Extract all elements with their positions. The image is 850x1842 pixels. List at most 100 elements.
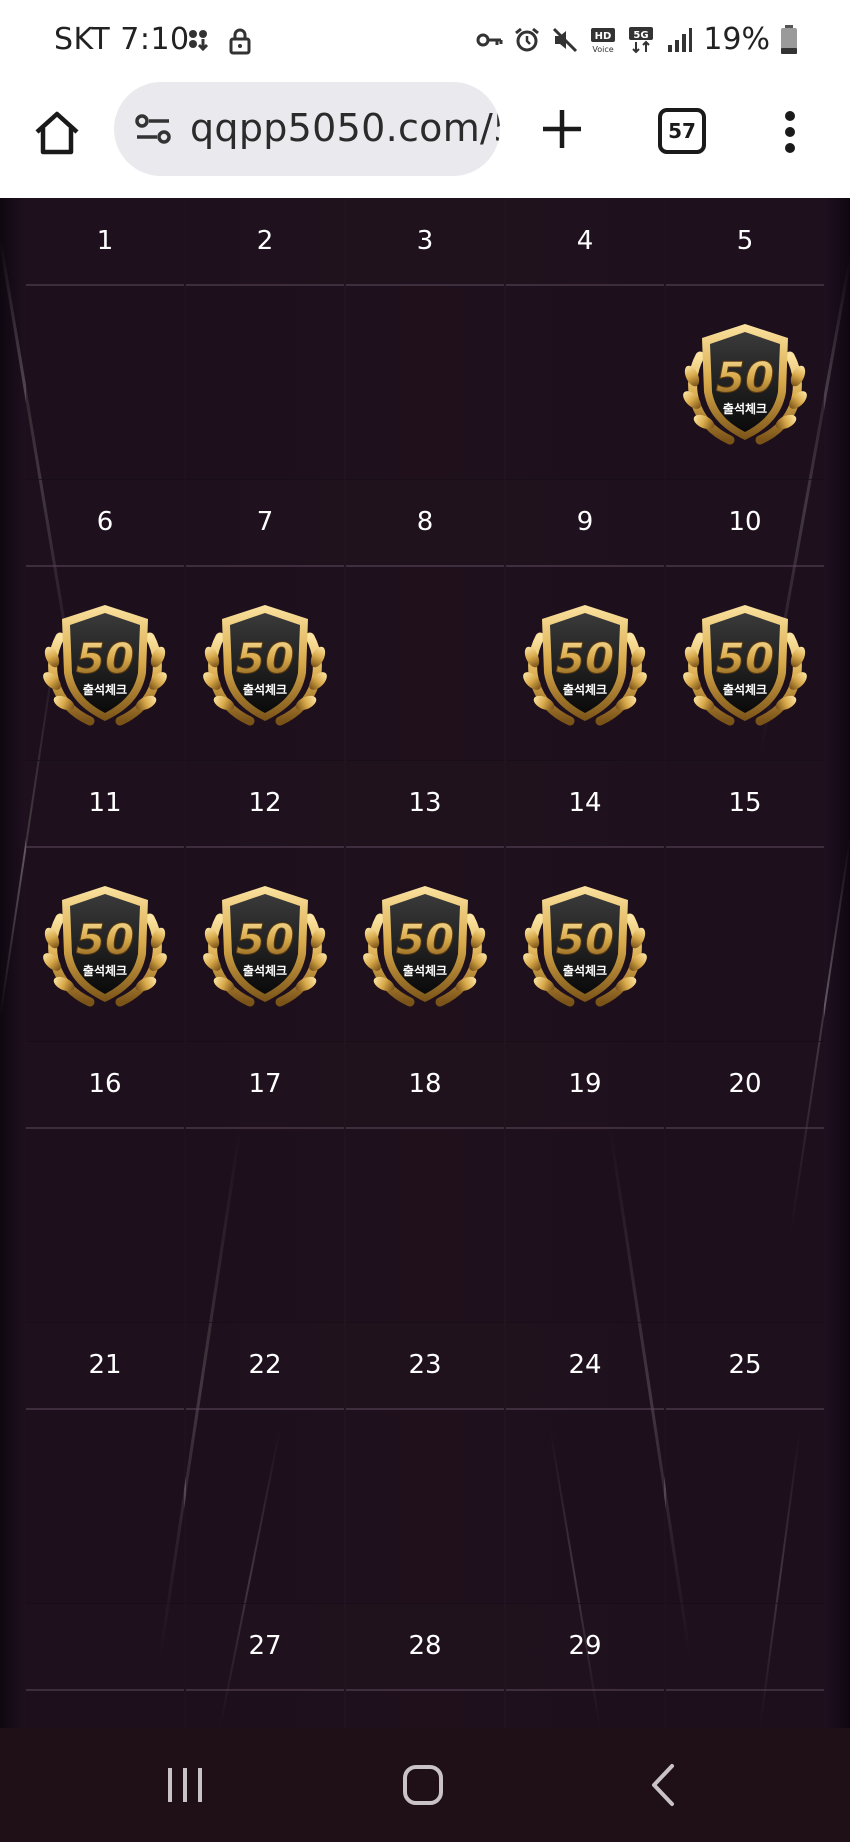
calendar-day-cell: 4 [506, 198, 664, 480]
badge-caption: 출석체크 [723, 401, 767, 416]
calendar-day-body [666, 1129, 824, 1323]
back-icon[interactable] [640, 1762, 690, 1808]
badge-number: 50 [76, 634, 134, 683]
calendar-day-number: 20 [666, 1041, 824, 1129]
calendar-day-cell: 22 [186, 1322, 344, 1604]
browser-toolbar: qqpp5050.com/5 57 [0, 82, 850, 199]
badge-caption: 출석체크 [83, 682, 127, 697]
calendar-day-body: 50 출석체크 [506, 848, 664, 1042]
tab-switcher-button[interactable]: 57 [658, 108, 706, 154]
calendar-day-number: 2 [186, 198, 344, 286]
calendar-day-body [346, 1410, 504, 1604]
status-right-icons: HD Voice 5G 19% [475, 22, 798, 57]
lock-icon [229, 28, 251, 55]
calendar-day-body: 50 출석체크 [506, 567, 664, 761]
calendar-day-number: 28 [346, 1603, 504, 1691]
calendar-day-cell [26, 1603, 184, 1728]
calendar-day-cell: 19 [506, 1041, 664, 1323]
badge-number: 50 [556, 915, 614, 964]
badge-number: 50 [236, 915, 294, 964]
calendar-day-number [26, 1603, 184, 1691]
svg-text:HD: HD [595, 31, 612, 42]
calendar-day-body [346, 1129, 504, 1323]
calendar-day-number: 27 [186, 1603, 344, 1691]
badge-number: 50 [396, 915, 454, 964]
calendar-day-body: 50 출석체크 [26, 848, 184, 1042]
svg-text:5G: 5G [634, 30, 649, 41]
mute-icon [553, 27, 578, 52]
calendar-day-body [186, 1129, 344, 1323]
badge-caption: 출석체크 [83, 963, 127, 978]
calendar-day-number: 7 [186, 479, 344, 567]
calendar-day-number: 12 [186, 760, 344, 848]
status-bar: SKT 7:10 HD Voice 5G 19% [0, 0, 850, 82]
signal-icon [668, 27, 693, 52]
more-vert-icon[interactable] [780, 110, 800, 154]
hd-voice-icon: HD Voice [591, 27, 616, 54]
calendar-day-cell: 17 [186, 1041, 344, 1323]
calendar-day-body [26, 1129, 184, 1323]
calendar-day-number: 24 [506, 1322, 664, 1410]
calendar-day-cell: 7 50 출석체크 [186, 479, 344, 761]
calendar-day-number: 13 [346, 760, 504, 848]
calendar-day-cell: 28 [346, 1603, 504, 1728]
calendar-day-number: 22 [186, 1322, 344, 1410]
attendance-badge-icon: 50 출석체크 [363, 885, 487, 1006]
calendar-day-body: 50 출석체크 [186, 567, 344, 761]
calendar-day-body [346, 567, 504, 761]
calendar-day-number: 9 [506, 479, 664, 567]
download-icon [189, 30, 209, 52]
calendar-day-cell: 14 50 출석체크 [506, 760, 664, 1042]
url-text[interactable]: qqpp5050.com/5 [190, 106, 500, 150]
plus-icon[interactable] [539, 106, 585, 152]
url-bar[interactable]: qqpp5050.com/5 [114, 82, 500, 176]
calendar-day-cell [666, 1603, 824, 1728]
calendar-day-number: 17 [186, 1041, 344, 1129]
badge-number: 50 [76, 915, 134, 964]
calendar-day-cell: 3 [346, 198, 504, 480]
recent-apps-icon[interactable] [160, 1762, 210, 1808]
calendar-day-number: 16 [26, 1041, 184, 1129]
badge-caption: 출석체크 [403, 963, 447, 978]
status-time: SKT 7:10 [54, 22, 190, 57]
calendar-day-number: 21 [26, 1322, 184, 1410]
attendance-badge-icon: 50 출석체크 [203, 604, 327, 725]
calendar-day-cell: 12 50 출석체크 [186, 760, 344, 1042]
calendar-day-cell: 11 50 출석체크 [26, 760, 184, 1042]
calendar-day-cell: 29 [506, 1603, 664, 1728]
badge-caption: 출석체크 [563, 682, 607, 697]
calendar-day-number: 1 [26, 198, 184, 286]
calendar-day-body [666, 1410, 824, 1604]
calendar-day-body: 50 출석체크 [26, 567, 184, 761]
attendance-badge-icon: 50 출석체크 [43, 604, 167, 725]
calendar-day-body [346, 1691, 504, 1728]
calendar-day-cell: 25 [666, 1322, 824, 1604]
calendar-day-number: 5 [666, 198, 824, 286]
calendar-day-body [26, 1410, 184, 1604]
calendar-day-cell: 20 [666, 1041, 824, 1323]
key-icon [476, 33, 503, 46]
calendar-day-cell: 15 [666, 760, 824, 1042]
badge-caption: 출석체크 [243, 682, 287, 697]
alarm-icon [515, 27, 540, 51]
svg-text:Voice: Voice [593, 45, 614, 54]
site-settings-icon[interactable] [134, 112, 172, 146]
calendar-day-body: 50 출석체크 [666, 286, 824, 480]
calendar-day-body [346, 286, 504, 480]
calendar-day-number: 11 [26, 760, 184, 848]
tab-count: 57 [668, 119, 696, 143]
calendar-day-number: 15 [666, 760, 824, 848]
calendar-day-cell: 16 [26, 1041, 184, 1323]
calendar-day-number: 25 [666, 1322, 824, 1410]
badge-caption: 출석체크 [243, 963, 287, 978]
home-nav-icon[interactable] [398, 1762, 448, 1808]
calendar-day-cell: 5 50 출석체크 [666, 198, 824, 480]
badge-number: 50 [716, 634, 774, 683]
calendar-day-number: 6 [26, 479, 184, 567]
calendar-day-number: 3 [346, 198, 504, 286]
home-icon[interactable] [32, 108, 82, 158]
attendance-badge-icon: 50 출석체크 [203, 885, 327, 1006]
calendar-day-body [506, 1129, 664, 1323]
5g-icon: 5G [629, 26, 654, 53]
attendance-page: 12345 50 출석체크 6 50 출석체크 7 50 출석체크 8 9 50… [0, 198, 850, 1728]
